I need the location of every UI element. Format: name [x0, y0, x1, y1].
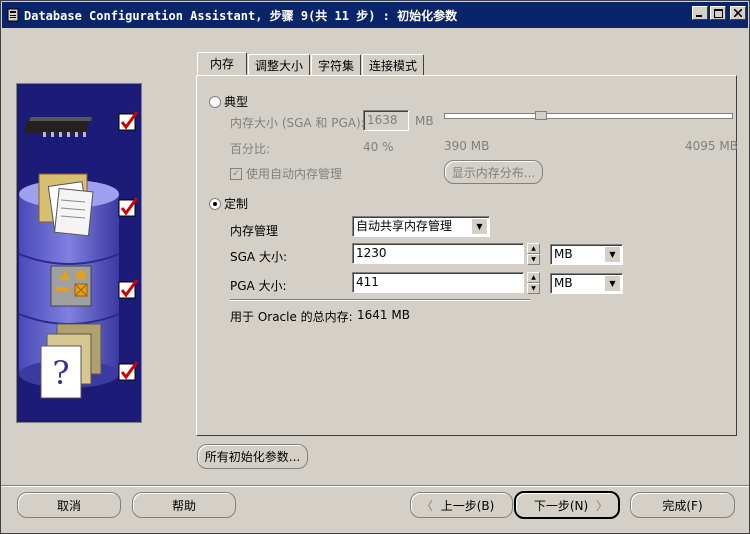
tab-sizing[interactable]: 调整大小: [248, 54, 311, 75]
pga-size-stepper[interactable]: ▲ ▼: [527, 272, 540, 294]
pga-down-icon[interactable]: ▼: [527, 283, 540, 294]
minimize-icon: [696, 15, 702, 17]
svg-text:?: ?: [52, 354, 69, 392]
typical-radio[interactable]: 典型: [209, 93, 248, 110]
title-bar: Database Configuration Assistant, 步骤 9(共…: [2, 2, 748, 28]
finish-button[interactable]: 完成(F): [630, 492, 735, 518]
chevron-right-icon: 〉: [595, 498, 608, 513]
shapes-icon: [50, 265, 92, 307]
help-button[interactable]: 帮助: [132, 492, 236, 518]
close-button[interactable]: [730, 6, 746, 20]
tab-strip: 内存 调整大小 字符集 连接模式: [197, 52, 425, 75]
memory-slider-track[interactable]: [444, 113, 733, 119]
memory-size-label: 内存大小 (SGA 和 PGA):: [230, 116, 365, 130]
footer-separator: [1, 485, 749, 487]
memory-slider-thumb[interactable]: [535, 111, 548, 120]
percent-label: 百分比:: [230, 142, 271, 156]
dbca-window: Database Configuration Assistant, 步骤 9(共…: [0, 0, 750, 534]
slider-max-label: 4095 MB: [685, 139, 738, 153]
sga-down-icon[interactable]: ▼: [527, 254, 540, 265]
sga-unit-value: MB: [554, 247, 573, 261]
auto-memory-checkbox-row[interactable]: ✓ 使用自动内存管理: [230, 165, 342, 182]
tab-memory[interactable]: 内存: [197, 52, 248, 75]
auto-memory-label: 使用自动内存管理: [246, 167, 343, 181]
sga-size-stepper[interactable]: ▲ ▼: [527, 243, 540, 265]
pga-unit-value: MB: [554, 276, 573, 290]
next-button-label: 下一步(N): [533, 498, 589, 513]
total-memory-value: 1641 MB: [357, 308, 410, 322]
tab-character-sets[interactable]: 字符集: [311, 54, 362, 75]
memory-size-unit: MB: [415, 114, 434, 128]
pga-up-icon[interactable]: ▲: [527, 272, 540, 283]
custom-radio[interactable]: 定制: [209, 195, 248, 212]
app-icon: [5, 7, 21, 23]
memory-management-select[interactable]: 自动共享内存管理 ▼: [352, 216, 490, 237]
close-icon: [734, 9, 742, 17]
typical-radio-label: 典型: [224, 95, 249, 109]
chevron-down-icon: ▼: [605, 247, 620, 262]
percent-value: 40 %: [363, 140, 394, 154]
show-memory-distribution-button[interactable]: 显示内存分布...: [444, 160, 543, 184]
maximize-icon: [713, 8, 723, 18]
pga-size-label: PGA 大小:: [230, 279, 287, 293]
sga-size-input[interactable]: 1230: [352, 243, 524, 264]
chevron-down-icon: ▼: [605, 276, 620, 291]
back-button[interactable]: 〈 上一步(B): [410, 492, 513, 518]
sga-size-label: SGA 大小:: [230, 250, 287, 264]
memory-management-value: 自动共享内存管理: [356, 219, 453, 233]
auto-memory-checkbox[interactable]: ✓: [230, 167, 242, 180]
chevron-down-icon: ▼: [472, 219, 487, 234]
next-button[interactable]: 下一步(N) 〉: [514, 491, 620, 519]
wizard-image-panel: ?: [16, 83, 142, 423]
slider-min-label: 390 MB: [444, 139, 490, 153]
tab-connection-mode[interactable]: 连接模式: [362, 54, 425, 75]
custom-radio-label: 定制: [224, 197, 249, 211]
cancel-button[interactable]: 取消: [17, 492, 121, 518]
memory-tab-panel: 典型 内存大小 (SGA 和 PGA): 1638 MB 390 MB 4095…: [196, 75, 738, 436]
wizard-illustration: ?: [17, 84, 141, 422]
maximize-button[interactable]: [710, 6, 726, 20]
back-button-label: 上一步(B): [440, 498, 495, 513]
minimize-button[interactable]: [692, 6, 708, 20]
window-title: Database Configuration Assistant, 步骤 9(共…: [24, 8, 458, 23]
separator: [230, 299, 530, 301]
sga-up-icon[interactable]: ▲: [527, 243, 540, 254]
memory-management-label: 内存管理: [230, 224, 279, 238]
chevron-left-icon: 〈: [421, 498, 434, 513]
pga-size-input[interactable]: 411: [352, 272, 524, 293]
typical-radio-button[interactable]: [209, 95, 221, 108]
sga-unit-select[interactable]: MB ▼: [550, 244, 623, 265]
memory-size-input[interactable]: 1638: [363, 110, 409, 131]
custom-radio-button[interactable]: [209, 197, 221, 210]
total-memory-label: 用于 Oracle 的总内存:: [230, 310, 353, 324]
pga-unit-select[interactable]: MB ▼: [550, 273, 623, 294]
all-init-params-button[interactable]: 所有初始化参数...: [197, 444, 308, 469]
